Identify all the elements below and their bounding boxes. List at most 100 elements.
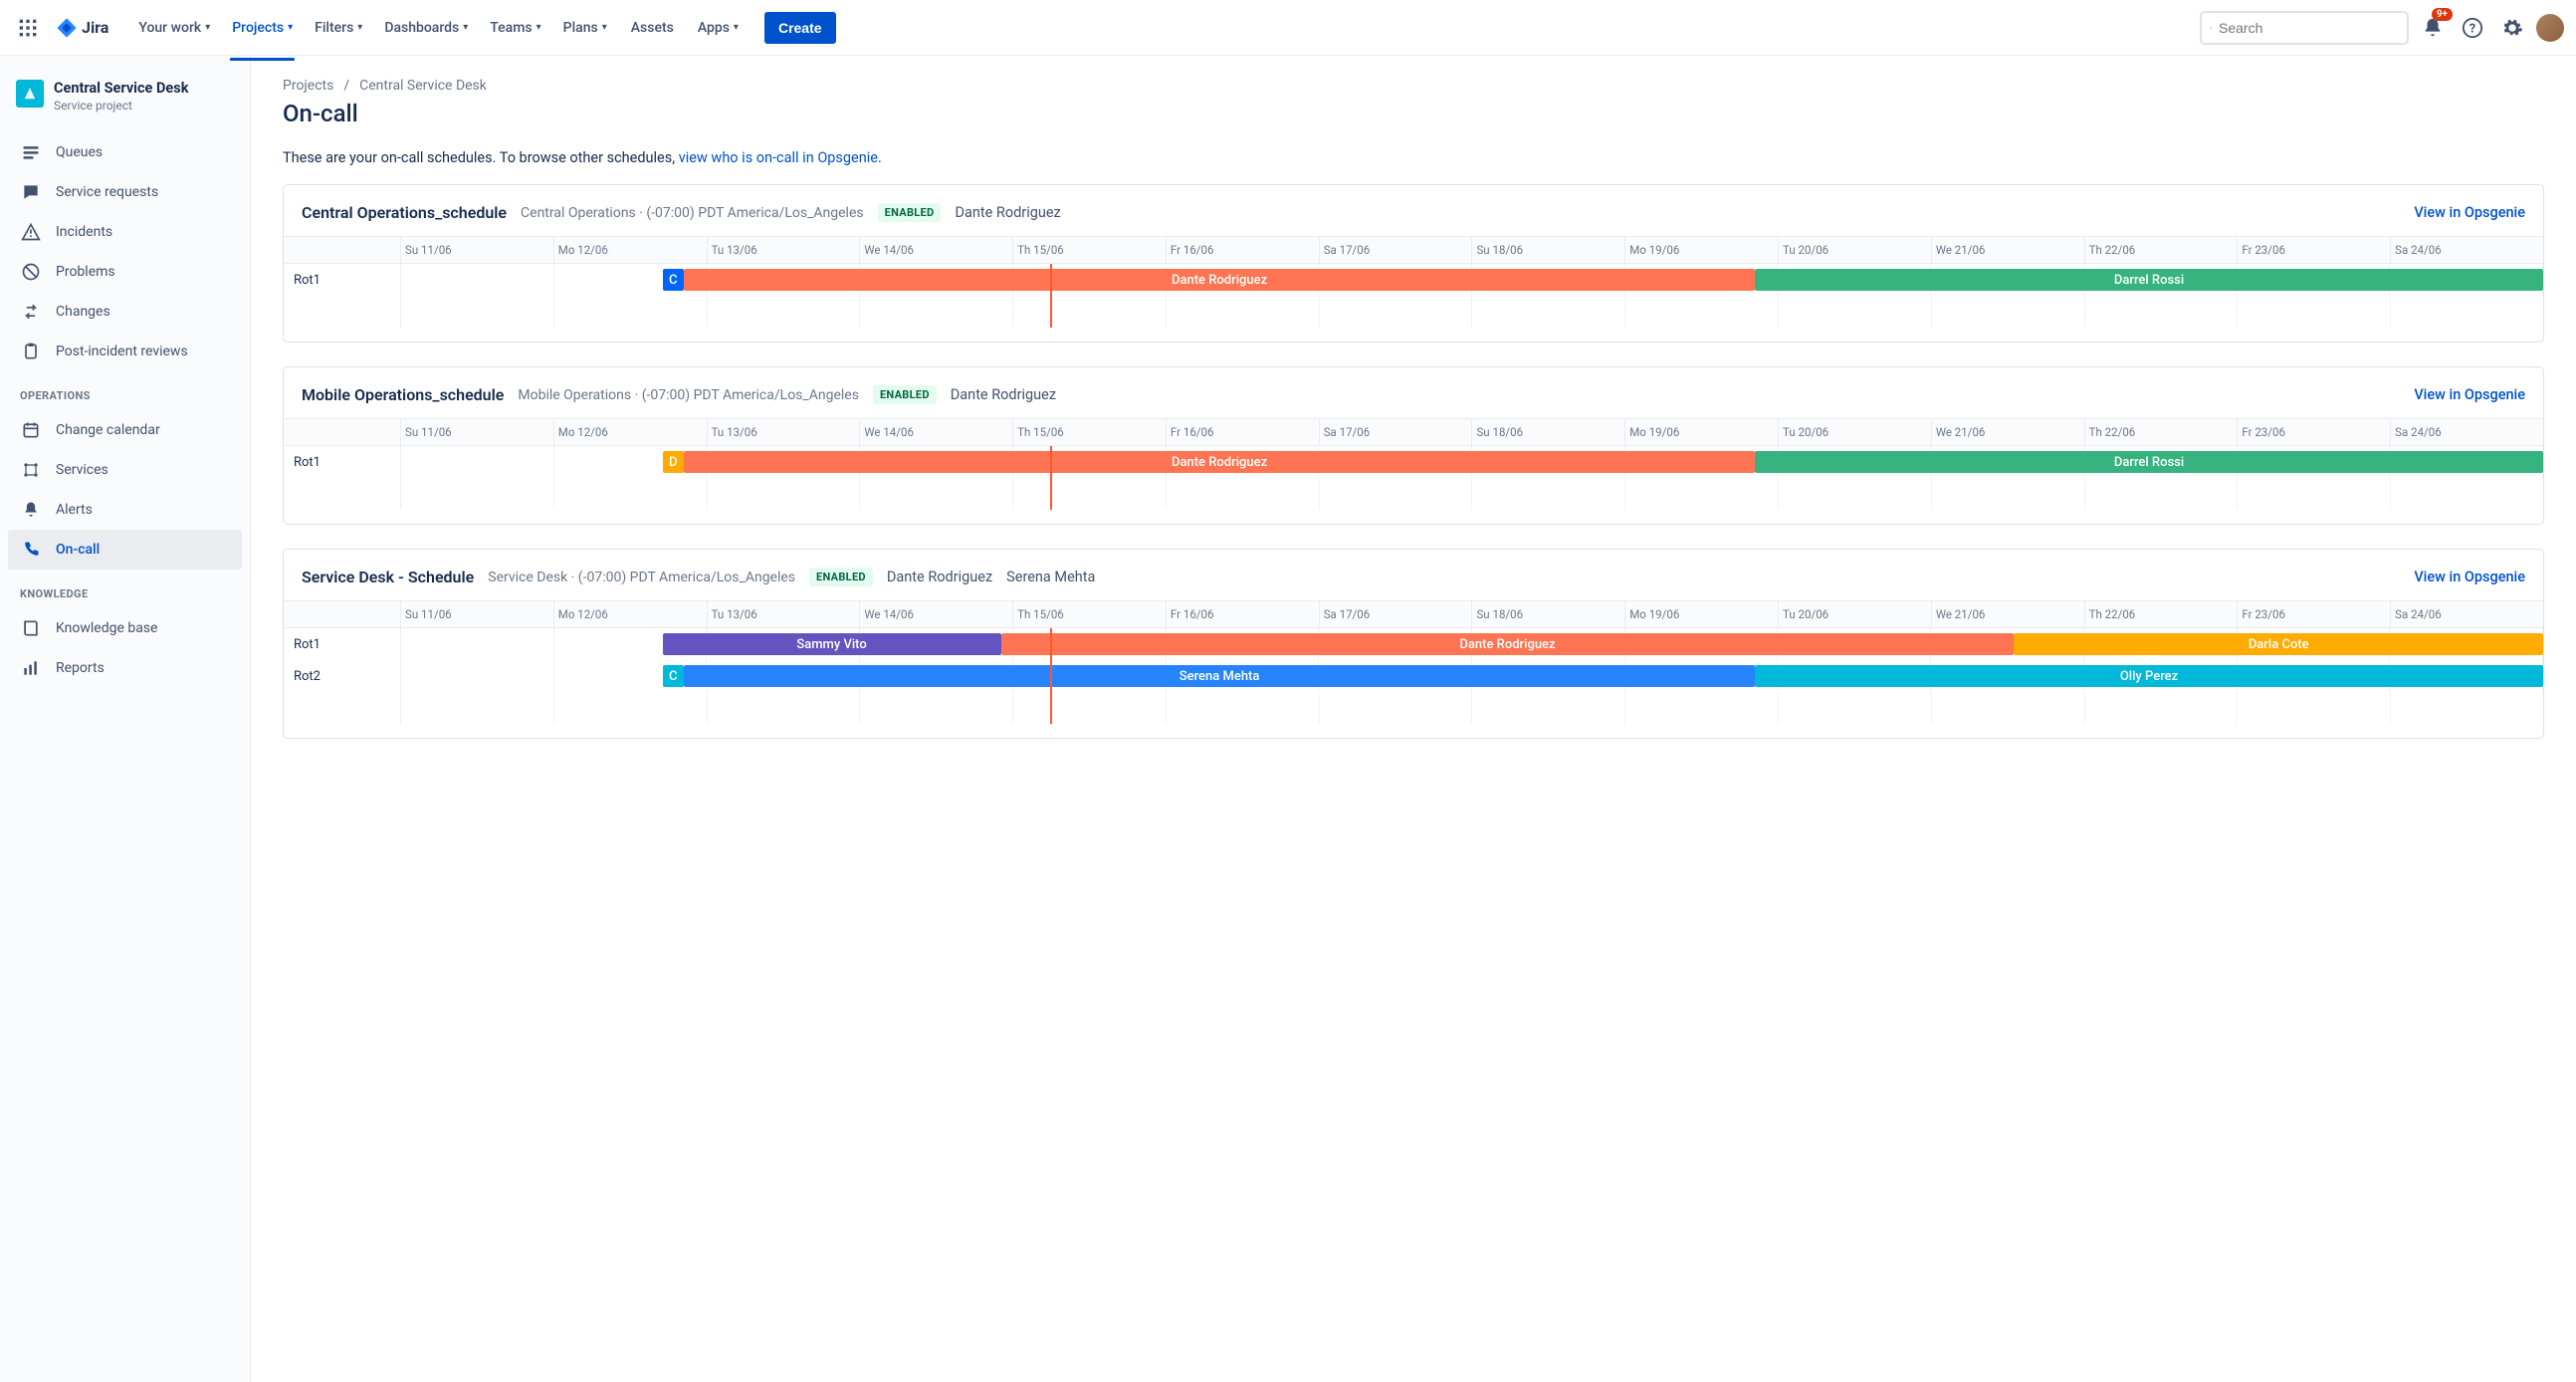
sidebar-item-queues[interactable]: Queues [8, 132, 242, 172]
schedule-bar[interactable]: Darrel Rossi [1755, 269, 2543, 291]
help-icon: ? [2462, 17, 2483, 39]
sidebar-item-incidents[interactable]: Incidents [8, 212, 242, 252]
sidebar-item-label: On-call [56, 542, 100, 558]
sidebar-item-label: Problems [56, 264, 115, 280]
oncall-person: Serena Mehta [1006, 569, 1095, 585]
day-header: Mo 19/06 [1625, 419, 1779, 445]
day-header: Fr 23/06 [2238, 237, 2391, 263]
sidebar-item-service-requests[interactable]: Service requests [8, 172, 242, 212]
search-input[interactable] [2219, 20, 2399, 36]
chevron-down-icon: ▾ [537, 22, 541, 33]
rotation-label: Rot1 [284, 628, 401, 660]
help-button[interactable]: ? [2457, 12, 2488, 44]
breadcrumb-leaf[interactable]: Central Service Desk [359, 78, 487, 94]
day-header: Tu 20/06 [1779, 237, 1932, 263]
sidebar-item-problems[interactable]: Problems [8, 252, 242, 292]
nav-item-plans[interactable]: Plans▾ [553, 12, 617, 44]
schedule-bar[interactable]: C [663, 665, 685, 687]
view-opsgenie-link[interactable]: View in Opsgenie [2414, 386, 2525, 403]
nav-item-filters[interactable]: Filters▾ [305, 12, 372, 44]
main-content: Projects / Central Service Desk On-call … [251, 56, 2576, 1382]
oncall-person: Dante Rodriguez [951, 386, 1056, 403]
jira-logo[interactable]: Jira [48, 17, 116, 39]
schedule-bar[interactable]: Dante Rodriguez [684, 451, 1755, 473]
day-header: Tu 13/06 [708, 601, 861, 627]
schedule-bar[interactable]: Dante Rodriguez [1001, 633, 2015, 655]
user-avatar[interactable] [2536, 14, 2564, 42]
sidebar-item-knowledge-base[interactable]: Knowledge base [8, 608, 242, 648]
day-header: Fr 23/06 [2238, 419, 2391, 445]
project-subtitle: Service project [54, 99, 188, 113]
opsgenie-link[interactable]: view who is on-call in Opsgenie [679, 149, 878, 166]
phone-icon [20, 539, 42, 561]
app-switcher-icon[interactable] [12, 12, 44, 44]
schedule-bar[interactable]: Darrel Rossi [1755, 451, 2543, 473]
sidebar: Central Service Desk Service project Que… [0, 56, 251, 1382]
status-badge: ENABLED [873, 385, 937, 404]
schedule-bar[interactable]: Serena Mehta [684, 665, 1755, 687]
now-indicator [1050, 264, 1052, 328]
section-knowledge: KNOWLEDGE [8, 570, 242, 608]
rotation-row: Rot1 DDante RodriguezDarrel Rossi [284, 446, 2543, 478]
day-header: Fr 16/06 [1167, 419, 1320, 445]
services-icon [20, 459, 42, 481]
sidebar-item-changes[interactable]: Changes [8, 292, 242, 332]
search-box[interactable] [2200, 11, 2409, 45]
status-badge: ENABLED [878, 203, 942, 222]
day-header: Th 22/06 [2085, 419, 2239, 445]
rotation-row: Rot1 CDante RodriguezDarrel Rossi [284, 264, 2543, 296]
schedule-bar[interactable]: Dante Rodriguez [684, 269, 1755, 291]
day-header: Tu 20/06 [1779, 601, 1932, 627]
nav-item-projects[interactable]: Projects▾ [222, 12, 303, 44]
project-header[interactable]: Central Service Desk Service project [8, 76, 242, 132]
jira-logo-icon [56, 17, 78, 39]
day-header: Sa 24/06 [2391, 419, 2543, 445]
day-header: Su 11/06 [401, 237, 554, 263]
create-button[interactable]: Create [764, 12, 836, 44]
schedule-card: Central Operations_scheduleCentral Opera… [283, 184, 2544, 343]
settings-button[interactable] [2496, 12, 2528, 44]
day-header: Fr 23/06 [2238, 601, 2391, 627]
clipboard-icon [20, 341, 42, 362]
schedule-bar[interactable]: D [663, 451, 685, 473]
rotation-label: Rot1 [284, 446, 401, 478]
book-icon [20, 617, 42, 639]
intro-text: These are your on-call schedules. To bro… [283, 149, 2544, 166]
schedule-bar[interactable]: Sammy Vito [663, 633, 1001, 655]
schedule-bar[interactable]: Darla Cote [2014, 633, 2543, 655]
day-header: Th 22/06 [2085, 237, 2239, 263]
sidebar-item-label: Incidents [56, 224, 112, 240]
sidebar-item-on-call[interactable]: On-call [8, 530, 242, 570]
nav-item-assets[interactable]: Assets [619, 12, 686, 44]
breadcrumb-root[interactable]: Projects [283, 78, 333, 94]
status-badge: ENABLED [809, 568, 873, 586]
jira-logo-text: Jira [82, 18, 108, 37]
view-opsgenie-link[interactable]: View in Opsgenie [2414, 569, 2525, 585]
day-header: Sa 24/06 [2391, 237, 2543, 263]
view-opsgenie-link[interactable]: View in Opsgenie [2414, 204, 2525, 221]
notifications-button[interactable]: 9+ [2417, 12, 2449, 44]
sidebar-item-label: Service requests [56, 184, 158, 200]
sidebar-item-post-incident-reviews[interactable]: Post-incident reviews [8, 332, 242, 371]
sidebar-item-reports[interactable]: Reports [8, 648, 242, 688]
sidebar-item-label: Post-incident reviews [56, 344, 188, 359]
day-header: Mo 19/06 [1625, 601, 1779, 627]
sidebar-item-change-calendar[interactable]: Change calendar [8, 410, 242, 450]
schedule-card: Service Desk - ScheduleService Desk · (-… [283, 549, 2544, 739]
spacer-row [284, 478, 2543, 510]
sidebar-item-alerts[interactable]: Alerts [8, 490, 242, 530]
schedule-bar[interactable]: Olly Perez [1755, 665, 2543, 687]
block-icon [20, 261, 42, 283]
nav-item-dashboards[interactable]: Dashboards▾ [374, 12, 478, 44]
day-header: Th 22/06 [2085, 601, 2239, 627]
sidebar-item-services[interactable]: Services [8, 450, 242, 490]
schedule-bar[interactable]: C [663, 269, 685, 291]
day-header: Th 15/06 [1013, 601, 1167, 627]
day-header: We 14/06 [860, 419, 1013, 445]
sidebar-item-label: Knowledge base [56, 620, 157, 636]
nav-item-apps[interactable]: Apps▾ [688, 12, 749, 44]
svg-text:?: ? [2469, 21, 2475, 36]
nav-item-teams[interactable]: Teams▾ [480, 12, 550, 44]
nav-item-your-work[interactable]: Your work▾ [128, 12, 220, 44]
rotation-label: Rot1 [284, 264, 401, 296]
